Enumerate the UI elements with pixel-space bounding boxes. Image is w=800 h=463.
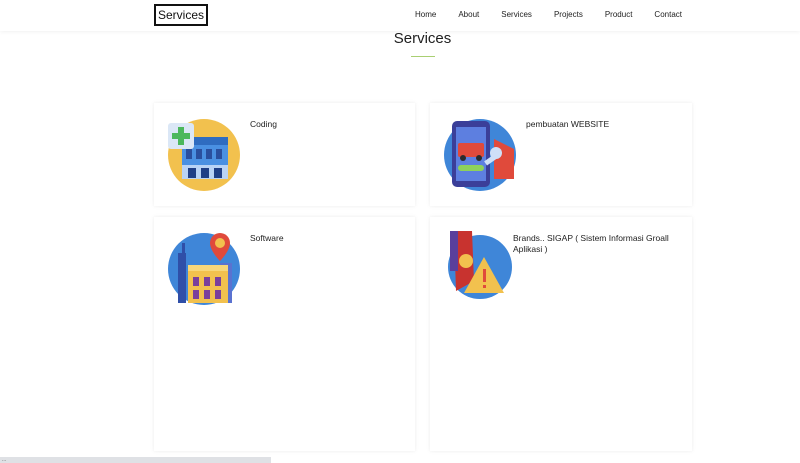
hospital-building-icon [168,119,240,191]
nav-projects[interactable]: Projects [554,10,583,19]
browser-status-bar: ... [0,457,271,463]
section-title: Services [393,30,452,47]
site-logo[interactable]: Services [154,4,208,26]
nav-home[interactable]: Home [415,10,436,19]
service-label: Software [250,233,284,243]
nav-contact[interactable]: Contact [654,10,682,19]
service-label: pembuatan WEBSITE [526,119,610,129]
nav-about[interactable]: About [458,10,479,19]
service-card-sigap[interactable]: Brands.. SIGAP ( Sistem Informasi Groall… [430,217,692,451]
service-label: Coding [250,119,277,129]
nav-services[interactable]: Services [501,10,532,19]
service-label: Brands.. SIGAP ( Sistem Informasi Groall… [513,233,669,254]
title-underline [411,56,435,57]
city-location-pin-icon [168,233,240,305]
main-nav: Home About Services Projects Product Con… [393,10,682,19]
service-card-coding[interactable]: Coding [154,103,415,206]
nav-product[interactable]: Product [605,10,633,19]
site-header: Services Home About Services Projects Pr… [0,0,800,31]
service-card-website[interactable]: pembuatan WEBSITE [430,103,692,206]
warning-sign-icon [444,231,516,303]
service-card-software[interactable]: Software [154,217,415,451]
mobile-car-app-icon [444,119,516,191]
status-text: ... [2,457,7,463]
